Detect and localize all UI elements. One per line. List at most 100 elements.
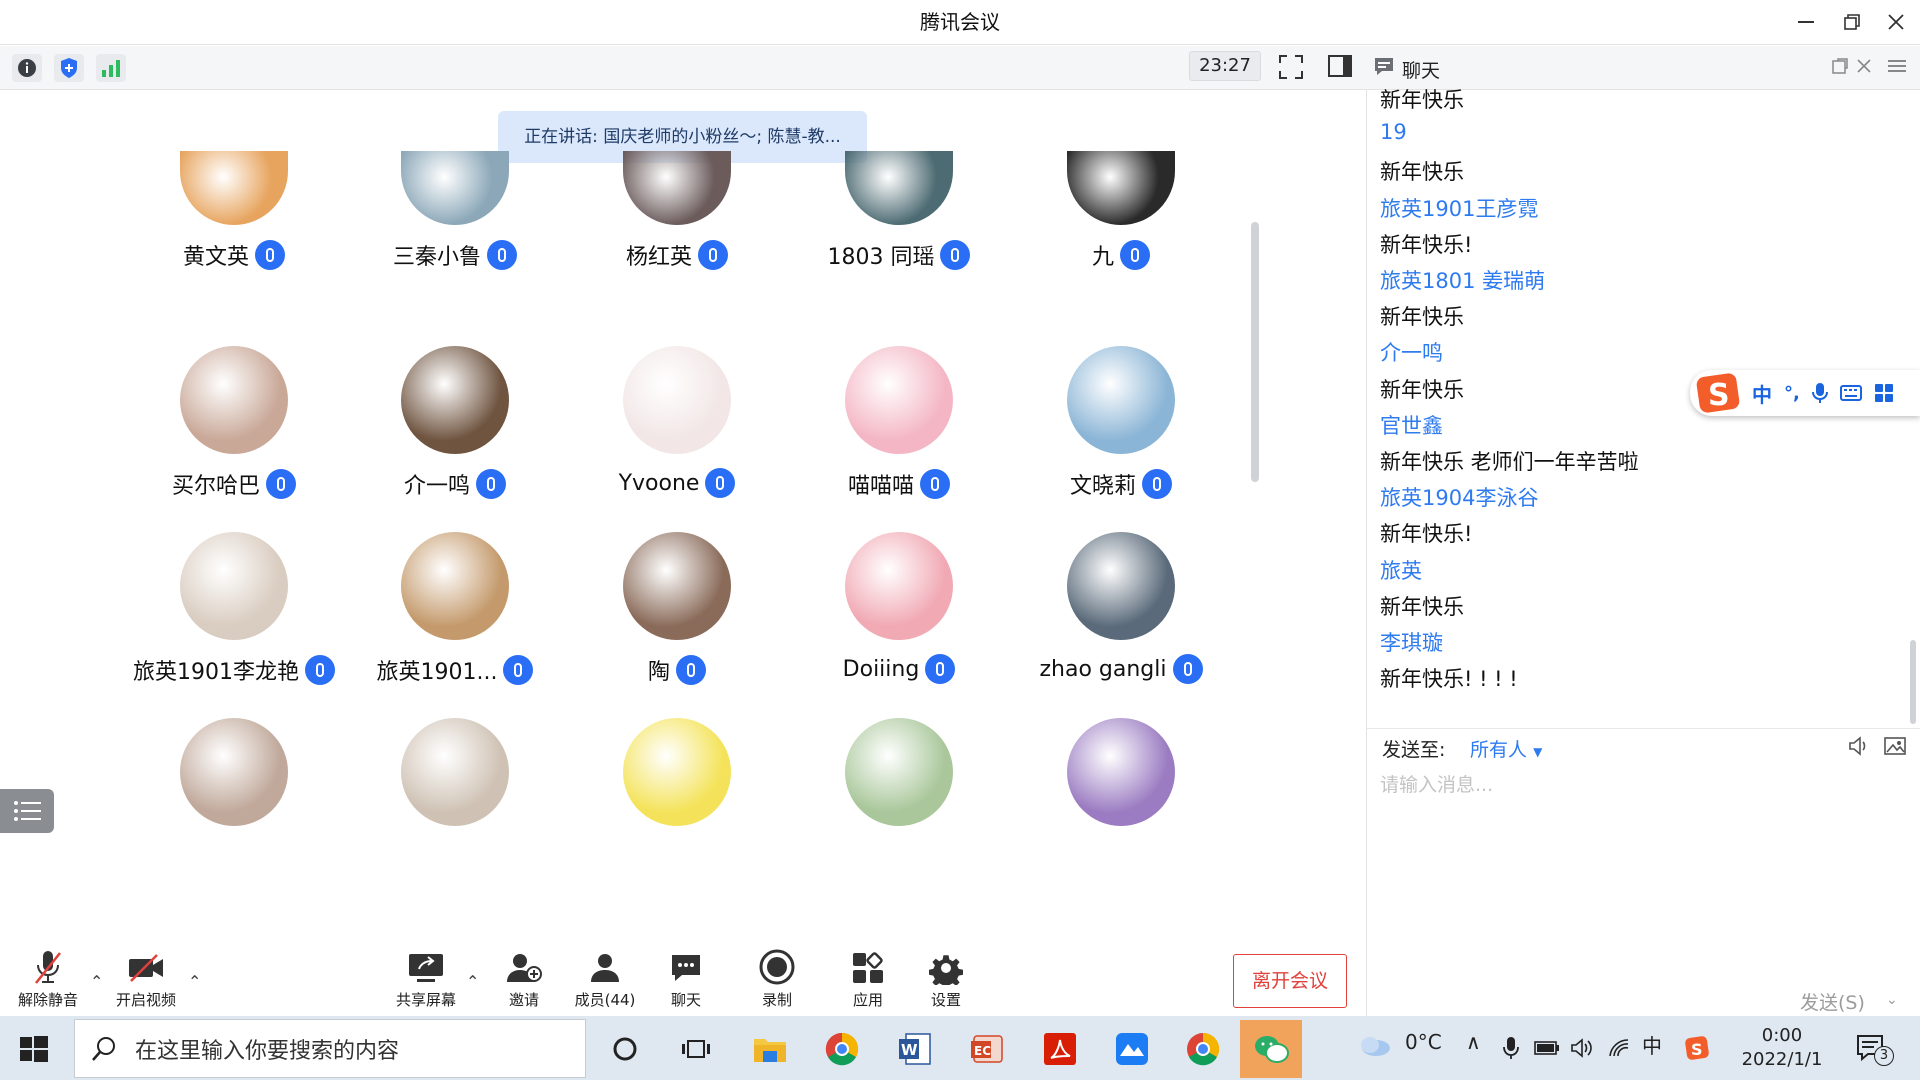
tray-overflow-caret[interactable]: ∧ — [1466, 1030, 1481, 1054]
message-input[interactable]: 请输入消息... — [1380, 770, 1493, 797]
ime-mode[interactable]: 中 — [1752, 379, 1772, 408]
start-button[interactable] — [20, 1036, 48, 1066]
chat-message: 新年快乐! ! ! ! — [1380, 667, 1518, 691]
participant-tile[interactable]: 1803 同瑶 — [809, 151, 989, 271]
avatar — [180, 151, 288, 225]
clock[interactable]: 0:00 2022/1/1 — [1730, 1024, 1834, 1072]
send-image-button[interactable] — [1884, 736, 1906, 760]
tray-mic-icon[interactable] — [1503, 1036, 1519, 1064]
mic-icon — [305, 655, 335, 685]
mic-icon — [1142, 469, 1172, 499]
chat-bubble-icon — [1375, 58, 1393, 75]
volume-icon[interactable] — [1570, 1038, 1594, 1062]
popout-chat-button[interactable] — [1832, 58, 1848, 78]
chat-message: 新年快乐 — [1380, 88, 1464, 112]
close-button[interactable] — [1876, 6, 1916, 38]
meeting-app[interactable] — [1101, 1020, 1163, 1078]
weather-temp[interactable]: 0°C — [1405, 1030, 1442, 1054]
ime-toolbox-icon[interactable] — [1874, 383, 1894, 403]
cortana-button[interactable] — [594, 1020, 656, 1078]
presentation-app[interactable]: EC — [956, 1020, 1018, 1078]
leave-meeting-button[interactable]: 离开会议 — [1233, 954, 1347, 1008]
meeting-timer: 23:27 — [1189, 51, 1261, 81]
participant-name: zhao gangli — [1039, 656, 1167, 682]
participant-tile[interactable] — [1031, 718, 1211, 826]
grid-scrollbar[interactable] — [1251, 222, 1259, 482]
share-screen-button[interactable]: 共享屏幕 — [386, 950, 466, 1010]
participant-tile[interactable] — [587, 718, 767, 826]
participant-tile[interactable]: zhao gangli — [1031, 532, 1211, 684]
participant-tile[interactable] — [809, 718, 989, 826]
battery-icon[interactable] — [1534, 1040, 1560, 1060]
avatar — [623, 346, 731, 454]
word-app[interactable]: W — [884, 1020, 946, 1078]
video-options-caret[interactable]: ⌃ — [188, 972, 201, 991]
chat-button[interactable]: 聊天 — [646, 950, 726, 1010]
info-button[interactable] — [12, 54, 42, 82]
participant-tile[interactable]: 陶 — [587, 532, 767, 686]
participant-list-toggle[interactable] — [0, 789, 54, 833]
fullscreen-button[interactable] — [1278, 54, 1306, 82]
recipient-value: 所有人 — [1470, 739, 1528, 761]
participant-tile[interactable]: 买尔哈巴 — [144, 346, 324, 500]
chat-menu-button[interactable] — [1888, 58, 1906, 78]
participant-name-row: zhao gangli — [1031, 654, 1211, 684]
participant-tile[interactable]: 三秦小鲁 — [365, 151, 545, 271]
participant-tile[interactable]: Doiiing — [809, 532, 989, 684]
restore-button[interactable] — [1832, 6, 1872, 38]
send-options-caret[interactable]: ⌄ — [1886, 992, 1898, 1008]
participant-tile[interactable]: 杨红英 — [587, 151, 767, 271]
image-icon — [1884, 737, 1906, 755]
apps-button[interactable]: 应用 — [828, 950, 908, 1010]
notification-center-button[interactable]: 3 — [1856, 1034, 1894, 1068]
participant-tile[interactable] — [365, 718, 545, 826]
input-language-indicator[interactable]: 中 — [1642, 1030, 1662, 1059]
taskbar-search-box[interactable]: 在这里输入你要搜索的内容 — [74, 1019, 586, 1078]
mic-muted-icon — [35, 951, 61, 984]
chrome-app-2[interactable] — [1172, 1020, 1234, 1078]
participant-name-row: 杨红英 — [587, 239, 767, 271]
network-signal-button[interactable] — [96, 54, 126, 82]
close-chat-button[interactable] — [1856, 58, 1872, 78]
unmute-button[interactable]: 解除静音 — [8, 950, 88, 1010]
participant-tile[interactable]: 喵喵喵 — [809, 346, 989, 500]
mic-icon — [1172, 654, 1203, 684]
settings-button[interactable]: 设置 — [906, 950, 986, 1010]
participant-tile[interactable] — [144, 718, 324, 826]
audio-options-caret[interactable]: ⌃ — [90, 972, 103, 991]
participant-tile[interactable]: Yvoone — [587, 346, 767, 498]
ime-punctuation[interactable]: °, — [1784, 383, 1800, 404]
participant-tile[interactable]: 旅英1901李龙艳 — [133, 532, 335, 686]
ime-keyboard-icon[interactable] — [1839, 384, 1862, 402]
send-button[interactable]: 发送(S) — [1800, 988, 1865, 1015]
record-button[interactable]: 录制 — [737, 949, 817, 1010]
members-button[interactable]: 成员(44) — [565, 950, 645, 1010]
participant-tile[interactable]: 九 — [1031, 151, 1211, 271]
wechat-app[interactable] — [1240, 1020, 1302, 1078]
sogou-tray-icon[interactable]: S — [1684, 1035, 1710, 1065]
recipient-dropdown[interactable]: 所有人 ▼ — [1470, 735, 1542, 762]
chat-scrollbar[interactable] — [1910, 640, 1916, 724]
minimize-button[interactable] — [1786, 6, 1826, 38]
start-video-button[interactable]: 开启视频 — [106, 950, 186, 1010]
wifi-icon[interactable] — [1608, 1038, 1630, 1062]
participant-tile[interactable]: 介一鸣 — [365, 346, 545, 500]
participant-name-row: 黄文英 — [144, 239, 324, 271]
task-view-button[interactable] — [665, 1020, 727, 1078]
list-icon — [14, 801, 41, 821]
chrome-app[interactable] — [811, 1020, 873, 1078]
avatar — [180, 346, 288, 454]
file-explorer-app[interactable] — [739, 1020, 801, 1078]
ime-toolbar[interactable]: S 中 °, — [1690, 370, 1920, 416]
invite-button[interactable]: 邀请 — [484, 950, 564, 1010]
pdf-reader-app[interactable] — [1029, 1020, 1091, 1078]
participant-tile[interactable]: 黄文英 — [144, 151, 324, 271]
mic-icon — [940, 240, 971, 270]
layout-toggle-button[interactable] — [1328, 54, 1356, 82]
participant-tile[interactable]: 文晓莉 — [1031, 346, 1211, 500]
sound-toggle-button[interactable] — [1848, 736, 1870, 760]
participant-tile[interactable]: 旅英1901... — [365, 532, 545, 686]
share-options-caret[interactable]: ⌃ — [466, 972, 479, 991]
ime-mic-icon[interactable] — [1811, 382, 1828, 404]
security-button[interactable] — [54, 54, 84, 82]
